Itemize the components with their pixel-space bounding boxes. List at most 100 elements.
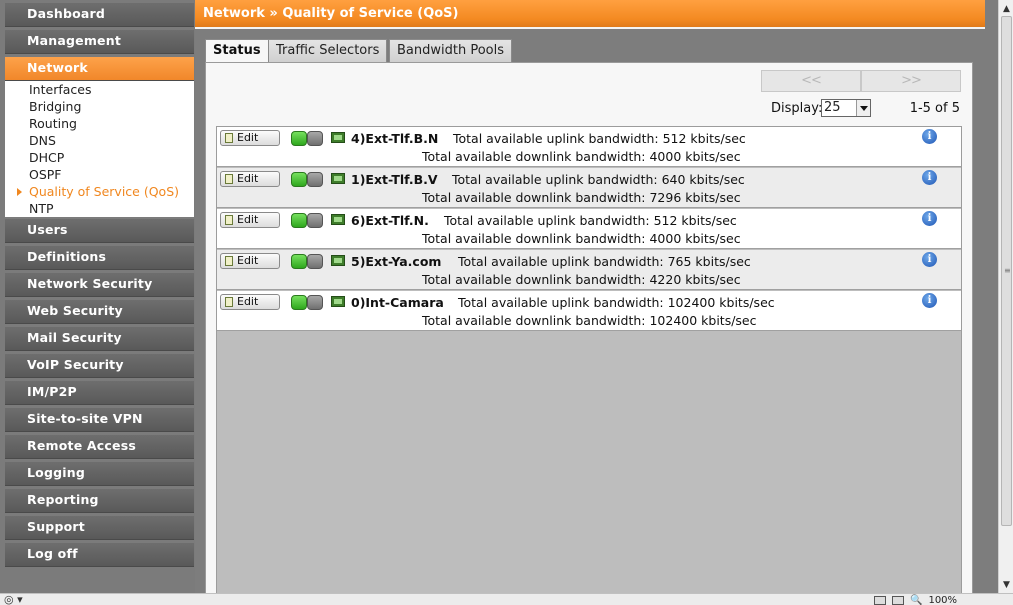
- display-label: Display:: [771, 101, 823, 116]
- edit-icon: [225, 256, 233, 266]
- downlink-bandwidth: Total available downlink bandwidth: 4000…: [422, 149, 741, 164]
- menu-item-log-off[interactable]: Log off: [5, 543, 194, 567]
- status-off-icon: [307, 131, 323, 146]
- display-count-select[interactable]: 25: [821, 99, 871, 117]
- pager-prev-button[interactable]: <<: [761, 70, 861, 92]
- edit-button-label: Edit: [237, 295, 259, 308]
- menu-item-dashboard[interactable]: Dashboard: [5, 3, 194, 27]
- submenu-item-routing[interactable]: Routing: [5, 115, 194, 132]
- downlink-bandwidth: Total available downlink bandwidth: 4220…: [422, 272, 741, 287]
- menu-item-network-security[interactable]: Network Security: [5, 273, 194, 297]
- interface-name: 0)Int-Camara: [351, 295, 444, 310]
- submenu-item-qos[interactable]: Quality of Service (QoS): [5, 183, 194, 200]
- status-toggle[interactable]: [291, 295, 323, 310]
- menu-item-support[interactable]: Support: [5, 516, 194, 540]
- info-icon[interactable]: i: [922, 293, 937, 308]
- info-icon[interactable]: i: [922, 129, 937, 144]
- edit-button[interactable]: Edit: [220, 294, 280, 310]
- menu-item-management[interactable]: Management: [5, 30, 194, 54]
- status-off-icon: [307, 213, 323, 228]
- edit-button-label: Edit: [237, 213, 259, 226]
- info-icon[interactable]: i: [922, 252, 937, 267]
- submenu-item-dns[interactable]: DNS: [5, 132, 194, 149]
- menu-item-network[interactable]: Network: [5, 57, 194, 81]
- pager-next-button[interactable]: >>: [861, 70, 961, 92]
- vertical-scrollbar[interactable]: ▲ ≡ ▼: [998, 0, 1013, 593]
- status-off-icon: [307, 295, 323, 310]
- menu-item-mail-security[interactable]: Mail Security: [5, 327, 194, 351]
- info-icon[interactable]: i: [922, 211, 937, 226]
- status-toggle[interactable]: [291, 254, 323, 269]
- submenu-item-qos-label: Quality of Service (QoS): [29, 184, 180, 199]
- status-toggle[interactable]: [291, 172, 323, 187]
- edit-icon: [225, 133, 233, 143]
- menu-item-reporting[interactable]: Reporting: [5, 489, 194, 513]
- grip-icon: ≡: [1004, 266, 1011, 275]
- interface-name: 6)Ext-Tlf.N.: [351, 213, 429, 228]
- edit-icon: [225, 297, 233, 307]
- status-off-icon: [307, 172, 323, 187]
- menu-item-web-security[interactable]: Web Security: [5, 300, 194, 324]
- pager: << >>: [761, 70, 961, 92]
- submenu-item-bridging[interactable]: Bridging: [5, 98, 194, 115]
- downlink-bandwidth: Total available downlink bandwidth: 7296…: [422, 190, 741, 205]
- edit-button[interactable]: Edit: [220, 130, 280, 146]
- menu-item-voip-security[interactable]: VoIP Security: [5, 354, 194, 378]
- status-on-icon: [291, 254, 307, 269]
- edit-icon: [225, 215, 233, 225]
- downlink-bandwidth: Total available downlink bandwidth: 4000…: [422, 231, 741, 246]
- menu-item-users[interactable]: Users: [5, 219, 194, 243]
- chevron-down-icon[interactable]: [856, 100, 870, 116]
- breadcrumb: Network » Quality of Service (QoS): [203, 6, 459, 21]
- scroll-down-icon[interactable]: ▼: [999, 578, 1013, 592]
- table-row: Edit 6)Ext-Tlf.N. Total available uplink…: [217, 209, 961, 249]
- status-toggle[interactable]: [291, 131, 323, 146]
- downlink-bandwidth: Total available downlink bandwidth: 1024…: [422, 313, 757, 328]
- network-interface-icon: [331, 173, 345, 184]
- range-label: 1-5 of 5: [909, 101, 960, 116]
- tab-bandwidth-pools[interactable]: Bandwidth Pools: [389, 39, 513, 63]
- submenu-item-interfaces[interactable]: Interfaces: [5, 81, 194, 98]
- status-on-icon: [291, 295, 307, 310]
- menu-item-remote-access[interactable]: Remote Access: [5, 435, 194, 459]
- globe-icon[interactable]: ◎ ▾: [4, 593, 23, 605]
- menu-item-im-p2p[interactable]: IM/P2P: [5, 381, 194, 405]
- edit-button-label: Edit: [237, 172, 259, 185]
- info-icon[interactable]: i: [922, 170, 937, 185]
- uplink-bandwidth: Total available uplink bandwidth: 765 kb…: [458, 254, 751, 269]
- status-on-icon: [291, 131, 307, 146]
- status-toggle[interactable]: [291, 213, 323, 228]
- network-interface-icon: [331, 255, 345, 266]
- interface-name: 5)Ext-Ya.com: [351, 254, 442, 269]
- qos-interface-list: Edit 4)Ext-Tlf.B.N Total available uplin…: [216, 126, 962, 594]
- network-interface-icon: [331, 132, 345, 143]
- tab-status[interactable]: Status: [205, 39, 269, 64]
- edit-button-label: Edit: [237, 254, 259, 267]
- scroll-up-icon[interactable]: ▲: [999, 2, 1013, 16]
- tab-traffic-selectors[interactable]: Traffic Selectors: [268, 39, 388, 63]
- status-off-icon: [307, 254, 323, 269]
- zoom-level[interactable]: 100%: [928, 595, 957, 605]
- edit-button[interactable]: Edit: [220, 212, 280, 228]
- submenu-item-ospf[interactable]: OSPF: [5, 166, 194, 183]
- menu-item-definitions[interactable]: Definitions: [5, 246, 194, 270]
- submenu-item-dhcp[interactable]: DHCP: [5, 149, 194, 166]
- submenu-item-ntp[interactable]: NTP: [5, 200, 194, 217]
- interface-name: 1)Ext-Tlf.B.V: [351, 172, 438, 187]
- menu-item-logging[interactable]: Logging: [5, 462, 194, 486]
- sidebar: Dashboard Management Network Interfaces …: [0, 0, 195, 593]
- uplink-bandwidth: Total available uplink bandwidth: 512 kb…: [444, 213, 737, 228]
- table-row: Edit 1)Ext-Tlf.B.V Total available uplin…: [217, 168, 961, 208]
- zoom-icon[interactable]: 🔍: [910, 595, 922, 605]
- edit-button[interactable]: Edit: [220, 171, 280, 187]
- edit-button-label: Edit: [237, 131, 259, 144]
- scrollbar-thumb[interactable]: ≡: [1001, 16, 1012, 526]
- display-icon[interactable]: [892, 595, 904, 605]
- main-content: Network » Quality of Service (QoS) Statu…: [195, 0, 985, 594]
- table-row: Edit 0)Int-Camara Total available uplink…: [217, 291, 961, 331]
- browser-status-bar: ◎ ▾ 🔍 100%: [0, 593, 1013, 605]
- interface-name: 4)Ext-Tlf.B.N: [351, 131, 439, 146]
- edit-button[interactable]: Edit: [220, 253, 280, 269]
- menu-item-site-to-site-vpn[interactable]: Site-to-site VPN: [5, 408, 194, 432]
- page-icon[interactable]: [874, 595, 886, 605]
